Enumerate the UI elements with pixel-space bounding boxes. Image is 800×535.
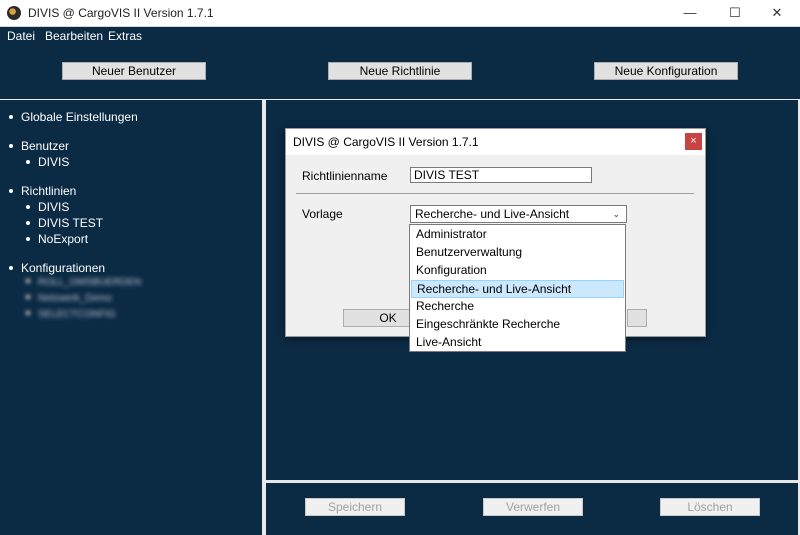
template-select[interactable]: Recherche- und Live-Ansicht ⌄ [410, 205, 627, 223]
bullet-icon [26, 204, 30, 209]
tree-item-config[interactable]: SELECTCONFIG [26, 309, 116, 320]
tree-item-global[interactable]: Globale Einstellungen [9, 110, 138, 124]
bullet-icon [26, 295, 30, 300]
bullet-icon [26, 220, 30, 225]
tree-label: Netzwerk_Demo [38, 293, 112, 304]
tree-label: DIVIS [38, 155, 70, 169]
tree-heading-policies[interactable]: Richtlinien [9, 184, 76, 198]
splitter[interactable] [262, 99, 266, 535]
close-icon[interactable]: ✕ [762, 3, 792, 23]
bullet-icon [26, 236, 30, 241]
dialog-title: DIVIS @ CargoVIS II Version 1.7.1 [293, 135, 479, 149]
tree-item-config[interactable]: ROLL_OMSBUERDEN [26, 277, 141, 288]
app-main: Datei Bearbeiten Extras Neuer Benutzer N… [0, 27, 800, 535]
dialog-close-icon[interactable]: × [685, 133, 702, 150]
discard-button[interactable]: Verwerfen [483, 498, 583, 516]
tree-label: DIVIS [38, 200, 70, 214]
app-logo-icon [7, 6, 21, 20]
bullet-icon [9, 188, 13, 193]
tree-label: Richtlinien [21, 184, 77, 198]
template-label: Vorlage [302, 207, 343, 221]
dropdown-option[interactable]: Benutzerverwaltung [411, 244, 624, 262]
template-select-value: Recherche- und Live-Ansicht [415, 207, 570, 221]
tree-heading-users[interactable]: Benutzer [9, 139, 69, 153]
dropdown-option[interactable]: Eingeschränkte Recherche [411, 316, 624, 334]
maximize-icon[interactable]: ☐ [720, 3, 750, 23]
policy-name-input[interactable]: DIVIS TEST [410, 167, 592, 183]
panel-divider [0, 99, 800, 100]
template-dropdown-list: Administrator Benutzerverwaltung Konfigu… [409, 224, 626, 352]
new-config-button[interactable]: Neue Konfiguration [594, 62, 738, 80]
dropdown-option[interactable]: Recherche [411, 298, 624, 316]
title-bar: DIVIS @ CargoVIS II Version 1.7.1 — ☐ ✕ [0, 0, 800, 27]
tree-label: DIVIS TEST [38, 216, 104, 230]
policy-name-label: Richtlinienname [302, 169, 388, 183]
tree-heading-configs[interactable]: Konfigurationen [9, 261, 105, 275]
bullet-icon [26, 279, 30, 284]
menu-extras[interactable]: Extras [108, 29, 142, 43]
tree-item-user[interactable]: DIVIS [26, 155, 69, 169]
tree-item-policy[interactable]: NoExport [26, 232, 88, 246]
bullet-icon [9, 265, 13, 270]
tree-label: Konfigurationen [21, 261, 106, 275]
tree-label: Benutzer [21, 139, 70, 153]
new-policy-button[interactable]: Neue Richtlinie [328, 62, 472, 80]
menu-datei[interactable]: Datei [7, 29, 35, 43]
new-user-button[interactable]: Neuer Benutzer [62, 62, 206, 80]
dropdown-option[interactable]: Administrator [411, 226, 624, 244]
tree-label: NoExport [38, 232, 89, 246]
delete-button[interactable]: Löschen [660, 498, 760, 516]
dialog-title-bar: DIVIS @ CargoVIS II Version 1.7.1 × [286, 129, 705, 155]
tree-label: Globale Einstellungen [21, 110, 138, 124]
dropdown-option[interactable]: Konfiguration [411, 262, 624, 280]
menu-bearbeiten[interactable]: Bearbeiten [45, 29, 103, 43]
menu-bar: Datei Bearbeiten Extras [0, 27, 800, 45]
bullet-icon [9, 114, 13, 119]
tree-label: SELECTCONFIG [38, 309, 116, 320]
cancel-button[interactable] [627, 309, 647, 327]
dropdown-option[interactable]: Live-Ansicht [411, 334, 624, 352]
bullet-icon [26, 159, 30, 164]
dropdown-option-selected[interactable]: Recherche- und Live-Ansicht [411, 280, 624, 298]
bullet-icon [9, 143, 13, 148]
tree-item-config[interactable]: Netzwerk_Demo [26, 293, 112, 304]
chevron-down-icon: ⌄ [612, 209, 620, 219]
tree-item-policy[interactable]: DIVIS TEST [26, 216, 103, 230]
bullet-icon [26, 311, 30, 316]
window-title: DIVIS @ CargoVIS II Version 1.7.1 [28, 6, 214, 20]
minimize-icon[interactable]: — [675, 3, 705, 23]
save-button[interactable]: Speichern [305, 498, 405, 516]
tree-item-policy[interactable]: DIVIS [26, 200, 69, 214]
dialog-separator [296, 193, 694, 194]
tree-label: ROLL_OMSBUERDEN [38, 277, 142, 288]
footer-divider [266, 480, 800, 483]
